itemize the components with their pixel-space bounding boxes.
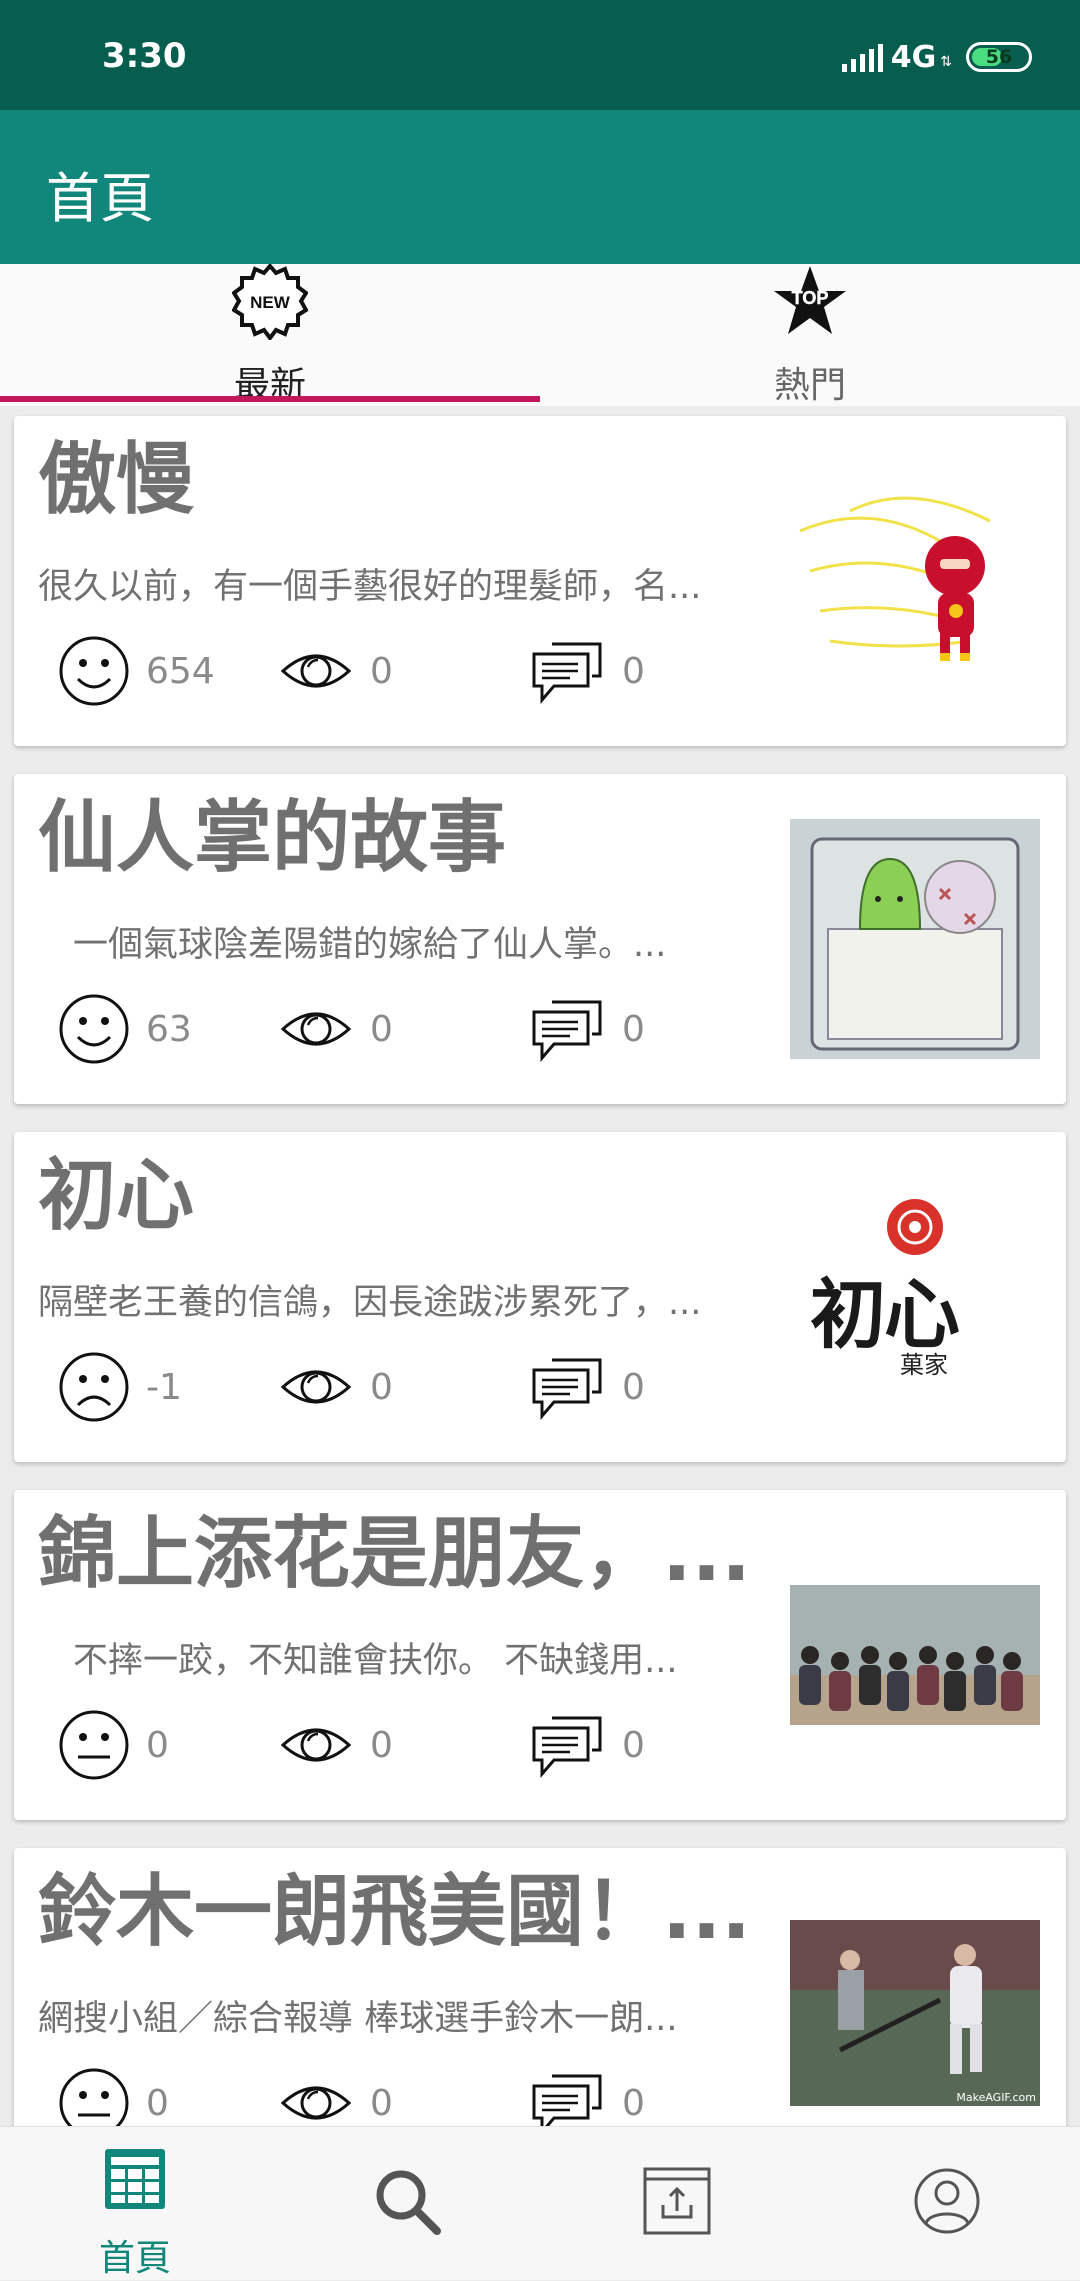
post-thumbnail <box>790 456 1040 706</box>
new-badge-icon: NEW <box>232 264 308 340</box>
post-card[interactable]: 初心隔壁老王養的信鴿，因長途跋涉累死了，... -1 0 0 初心 菓家 <box>14 1132 1066 1462</box>
top-star-icon: TOP <box>774 266 846 334</box>
post-card[interactable]: 錦上添花是朋友，... 不摔一跤，不知誰會扶你。 不缺錢用... 0 0 0 <box>14 1490 1066 1820</box>
comment-count-value: 0 <box>622 650 645 692</box>
comment-count-value: 0 <box>622 2082 645 2124</box>
post-excerpt: 很久以前，有一個手藝很好的理髮師，名... <box>38 567 702 607</box>
comment-icon <box>532 642 602 704</box>
account-icon <box>914 2168 980 2234</box>
post-excerpt: 網搜小組／綜合報導 棒球選手鈴木一朗... <box>38 1999 678 2039</box>
eye-icon <box>280 2086 352 2120</box>
post-card[interactable]: 傲慢很久以前，有一個手藝很好的理髮師，名... 654 0 0 <box>14 416 1066 746</box>
view-count: 0 <box>280 636 393 706</box>
comment-icon <box>532 1716 602 1778</box>
flash-hero-image <box>799 496 991 661</box>
mood-score-value: 0 <box>146 2082 169 2124</box>
tab-newest[interactable]: NEW 最新 <box>0 264 540 406</box>
post-title: 鈴木一朗飛美國！... <box>38 1867 751 1957</box>
baseball-player-image: MakeAGIF.com <box>790 1920 1040 2106</box>
post-title: 錦上添花是朋友，... <box>38 1509 751 1599</box>
view-count: 0 <box>280 1352 393 1422</box>
comment-count[interactable]: 0 <box>530 994 645 1064</box>
nav-home-label: 首頁 <box>98 2238 171 2279</box>
neutral-face-icon <box>59 1710 129 1780</box>
post-title: 傲慢 <box>38 435 195 525</box>
tab-label-popular: 熱門 <box>773 365 846 406</box>
post-excerpt: 不摔一跤，不知誰會扶你。 不缺錢用... <box>38 1641 678 1681</box>
view-count-value: 0 <box>370 650 393 692</box>
signal-icon <box>841 42 883 72</box>
logo-subtext: 菓家 <box>900 1351 948 1379</box>
view-count-value: 0 <box>370 2082 393 2124</box>
comment-icon <box>532 1000 602 1062</box>
upload-icon <box>643 2167 711 2235</box>
post-thumbnail <box>790 1530 1040 1780</box>
post-excerpt: 一個氣球陰差陽錯的嫁給了仙人掌。... <box>38 925 667 965</box>
page-title: 首頁 <box>46 167 154 230</box>
mood-score[interactable]: 654 <box>58 636 215 706</box>
gif-watermark: MakeAGIF.com <box>956 2091 1036 2104</box>
bottom-navigation: 首頁 <box>0 2126 1080 2280</box>
post-thumbnail: 初心 菓家 <box>790 1172 1040 1422</box>
smile-face-icon <box>59 994 129 1064</box>
smile-face-icon <box>59 636 129 706</box>
mood-score-value: -1 <box>146 1366 182 1408</box>
new-badge-text: NEW <box>250 293 291 312</box>
comment-count-value: 0 <box>622 1366 645 1408</box>
view-count: 0 <box>280 1710 393 1780</box>
post-title: 仙人掌的故事 <box>38 793 507 883</box>
post-title: 初心 <box>38 1151 195 1241</box>
comment-count[interactable]: 0 <box>530 1710 645 1780</box>
post-thumbnail <box>790 814 1040 1064</box>
view-count: 0 <box>280 994 393 1064</box>
mood-score[interactable]: 63 <box>58 994 192 1064</box>
comment-count-value: 0 <box>622 1008 645 1050</box>
top-star-text: TOP <box>792 288 829 308</box>
view-count-value: 0 <box>370 1008 393 1050</box>
nav-account[interactable] <box>810 2127 1080 2281</box>
post-excerpt: 隔壁老王養的信鴿，因長途跋涉累死了，... <box>38 1283 702 1323</box>
post-thumbnail: MakeAGIF.com <box>790 1888 1040 2138</box>
eye-icon <box>280 1728 352 1762</box>
tab-indicator <box>0 396 540 402</box>
search-icon <box>376 2170 441 2235</box>
status-icons: 4G ⇅ 56 <box>841 39 1032 75</box>
flower-seal-icon <box>887 1199 943 1255</box>
eye-icon <box>280 654 352 688</box>
comment-count[interactable]: 0 <box>530 1352 645 1422</box>
status-time: 3:30 <box>102 36 187 76</box>
mood-score-value: 63 <box>146 1008 192 1050</box>
battery-icon: 56 <box>966 42 1032 72</box>
nav-search[interactable] <box>270 2127 540 2281</box>
comment-icon <box>532 1358 602 1420</box>
nav-home[interactable]: 首頁 <box>0 2127 270 2281</box>
eye-icon <box>280 1012 352 1046</box>
mood-score[interactable]: -1 <box>58 1352 182 1422</box>
comment-count[interactable]: 0 <box>530 636 645 706</box>
mood-score-value: 654 <box>146 650 215 692</box>
app-bar: 首頁 <box>0 110 1080 264</box>
friends-beach-image <box>790 1585 1040 1725</box>
mood-score[interactable]: 0 <box>58 1710 169 1780</box>
chuxin-logo-image: 初心 菓家 <box>790 1197 1040 1397</box>
network-type: 4G <box>890 39 937 75</box>
tab-bar: NEW 最新 TOP 熱門 <box>0 264 1080 406</box>
sad-face-icon <box>59 1352 129 1422</box>
mood-score-value: 0 <box>146 1724 169 1766</box>
post-card[interactable]: 仙人掌的故事 一個氣球陰差陽錯的嫁給了仙人掌。... 63 0 0 <box>14 774 1066 1104</box>
home-table-icon <box>105 2149 165 2209</box>
tab-popular[interactable]: TOP 熱門 <box>540 264 1080 406</box>
cactus-balloon-image <box>790 819 1040 1059</box>
data-activity-icon: ⇅ <box>940 54 952 70</box>
view-count-value: 0 <box>370 1366 393 1408</box>
eye-icon <box>280 1370 352 1404</box>
comment-count-value: 0 <box>622 1724 645 1766</box>
status-bar: 3:30 4G ⇅ 56 <box>0 0 1080 110</box>
battery-level: 56 <box>985 46 1013 68</box>
view-count-value: 0 <box>370 1724 393 1766</box>
nav-upload[interactable] <box>540 2127 810 2281</box>
